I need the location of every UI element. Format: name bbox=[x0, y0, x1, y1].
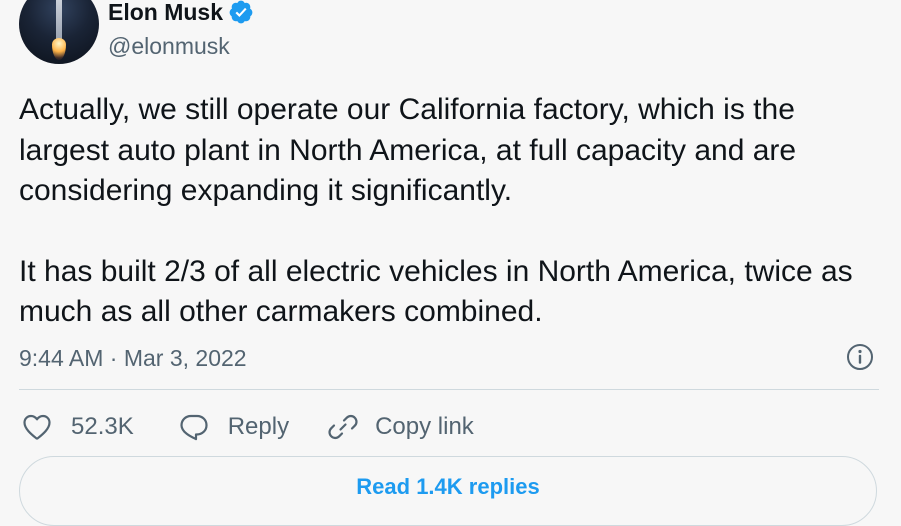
link-icon bbox=[328, 414, 358, 440]
rocket-flame-graphic bbox=[52, 38, 66, 60]
like-count: 52.3K bbox=[71, 413, 134, 440]
reply-button[interactable]: Reply bbox=[178, 405, 289, 449]
reply-label: Reply bbox=[227, 413, 290, 440]
author-name[interactable]: Elon Musk bbox=[108, 0, 223, 27]
author-name-row: Elon Musk bbox=[108, 0, 254, 27]
divider bbox=[19, 389, 879, 390]
like-button[interactable]: 52.3K bbox=[21, 405, 134, 449]
read-replies-button[interactable]: Read 1.4K replies bbox=[19, 456, 877, 526]
avatar[interactable] bbox=[19, 0, 99, 64]
heart-icon bbox=[23, 414, 51, 440]
author-handle[interactable]: @elonmusk bbox=[108, 31, 230, 61]
tweet-paragraph: It has built 2/3 of all electric vehicle… bbox=[19, 254, 853, 329]
tweet-card: Elon Musk @elonmusk Actually, we still o… bbox=[0, 0, 901, 526]
copy-link-button[interactable]: Copy link bbox=[327, 405, 474, 449]
action-bar: 52.3K Reply Copy link bbox=[21, 405, 474, 449]
info-icon[interactable] bbox=[846, 343, 874, 371]
tweet-timestamp[interactable]: 9:44 AM · Mar 3, 2022 bbox=[19, 343, 247, 373]
reply-bubble-icon bbox=[180, 414, 208, 441]
verified-badge-icon bbox=[229, 0, 253, 24]
copy-link-label: Copy link bbox=[375, 413, 474, 440]
tweet-text: Actually, we still operate our Californi… bbox=[19, 90, 879, 333]
tweet-paragraph: Actually, we still operate our Californi… bbox=[19, 93, 797, 207]
rocket-graphic bbox=[56, 0, 62, 40]
read-replies-label: Read 1.4K replies bbox=[356, 474, 540, 499]
